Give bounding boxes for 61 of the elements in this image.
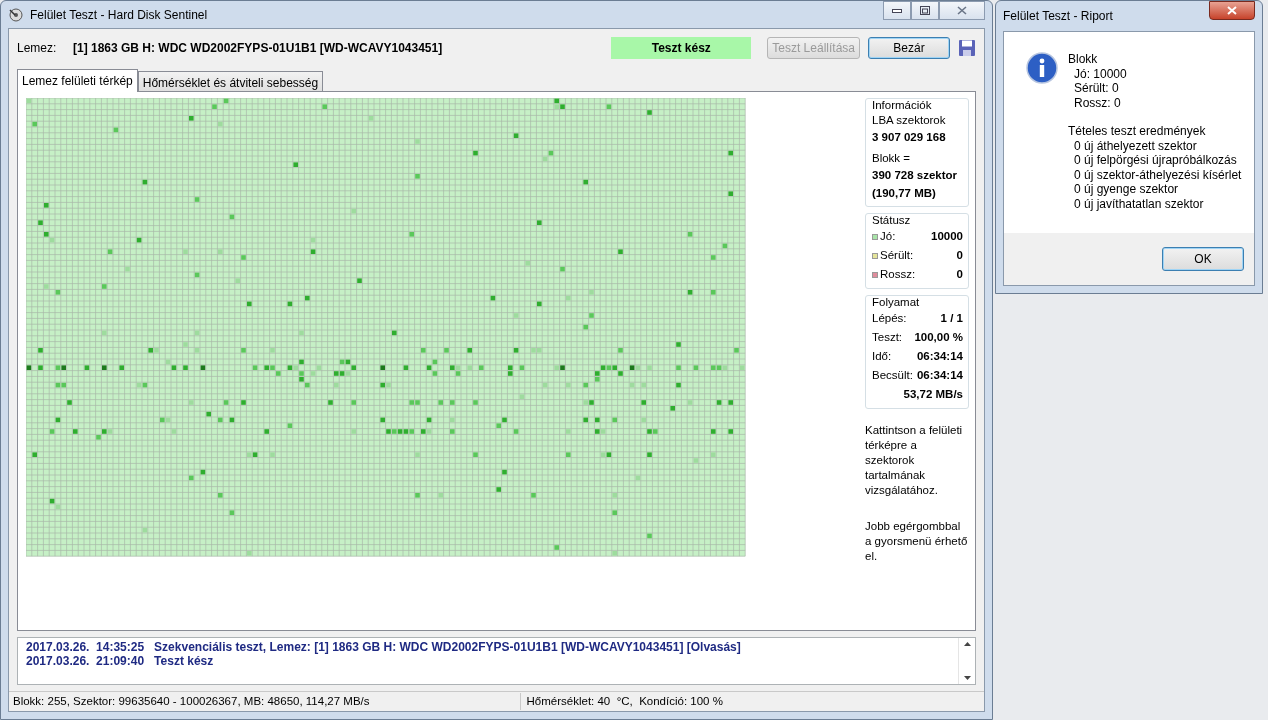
progress-label: Teszt: — [872, 329, 903, 345]
status-bar-text: Blokk: 255, Szektor: 99635640 - 100026367, MB: 48650, 114,27 MB/s — [13, 693, 370, 709]
minimize-icon — [892, 8, 902, 13]
report-line: Rossz: 0 — [1073, 95, 1122, 110]
block-size: (190,77 MB) — [872, 185, 937, 201]
progress-value: 100,00 % — [914, 329, 963, 345]
log-time: 2017.03.26. 21:09:40 — [26, 654, 145, 669]
report-line: Sérült: 0 — [1073, 81, 1120, 96]
restore-icon — [920, 6, 930, 15]
info-icon — [1026, 52, 1058, 84]
block-label: Blokk = — [872, 151, 912, 167]
log-message: Szekvenciális teszt, Lemez: [1] 1863 GB H: WDC WD2002FYPS-01U1B1 [WD-WCAVY1043451] [Olvasás] — [154, 640, 741, 655]
progress-label: Lépés: — [872, 310, 907, 326]
block-value: 390 728 szektor — [872, 168, 959, 184]
legend-label: Rossz: — [880, 267, 916, 280]
disk-app-icon — [8, 6, 24, 23]
dialog-title: Felület Teszt - Riport — [1003, 8, 1113, 25]
scroll-down-icon[interactable] — [963, 676, 971, 681]
report-line: 0 új gyenge szektor — [1073, 182, 1180, 197]
progress-label: Idő: — [872, 348, 892, 364]
report-line: 0 új javíthatatlan szektor — [1073, 196, 1205, 211]
legend-label: Sérült: — [880, 248, 914, 261]
transfer-speed: 53,72 MB/s — [903, 386, 963, 402]
group-title: Információk — [872, 97, 933, 112]
lba-value: 3 907 029 168 — [872, 129, 947, 145]
status-bar-text: Hőmérséklet: 40 °C, Kondíció: 100 % — [519, 692, 723, 711]
scroll-up-icon[interactable] — [963, 642, 971, 647]
legend-label: Jó: — [880, 229, 896, 242]
report-line: 0 új áthelyezett szektor — [1073, 138, 1198, 153]
hint-text: Jobb egérgombbal a gyorsmenü érhető el. — [865, 518, 969, 564]
close-button[interactable] — [1209, 1, 1255, 20]
report-line: 0 új felpörgési újrapróbálkozás — [1073, 153, 1238, 168]
lba-label: LBA szektorok — [872, 112, 947, 128]
report-heading: Blokk — [1068, 52, 1099, 67]
close-icon — [1227, 6, 1237, 15]
group-title: Státusz — [872, 212, 912, 227]
close-icon — [957, 6, 967, 15]
log-message: Teszt kész — [154, 654, 214, 669]
legend-count: 0 — [956, 247, 963, 263]
test-status: Teszt kész — [611, 36, 752, 59]
disk-name: [1] 1863 GB H: WDC WD2002FYPS-01U1B1 [WD-WCAVY1043451] — [73, 39, 444, 57]
report-line: Jó: 10000 — [1073, 66, 1128, 81]
legend-count: 10000 — [931, 228, 963, 244]
hint-text: Kattintson a felületi térképre a szektorok tartalmának vizsgálatához. — [865, 422, 964, 498]
progress-value: 1 / 1 — [940, 310, 963, 326]
group-title: Folyamat — [872, 294, 921, 309]
tab[interactable]: Hőmérséklet és átviteli sebesség — [137, 70, 324, 91]
progress-value: 06:34:14 — [916, 367, 963, 383]
window-title: Felület Teszt - Hard Disk Sentinel — [30, 6, 208, 24]
tab[interactable]: Lemez felületi térkép — [17, 68, 138, 92]
report-heading: Tételes teszt eredmények — [1068, 124, 1207, 139]
report-line: 0 új szektor-áthelyezési kísérlet — [1073, 167, 1242, 182]
log-time: 2017.03.26. 14:35:25 — [26, 640, 145, 655]
close-window-button[interactable]: Bezár — [868, 36, 950, 59]
maximize-button[interactable] — [911, 1, 939, 20]
minimize-button[interactable] — [883, 1, 911, 20]
legend-count: 0 — [956, 266, 963, 282]
progress-value: 06:34:14 — [916, 348, 963, 364]
disk-label: Lemez: — [17, 39, 58, 57]
progress-label: Becsült: — [872, 367, 913, 383]
ok-button[interactable]: OK — [1162, 247, 1244, 271]
